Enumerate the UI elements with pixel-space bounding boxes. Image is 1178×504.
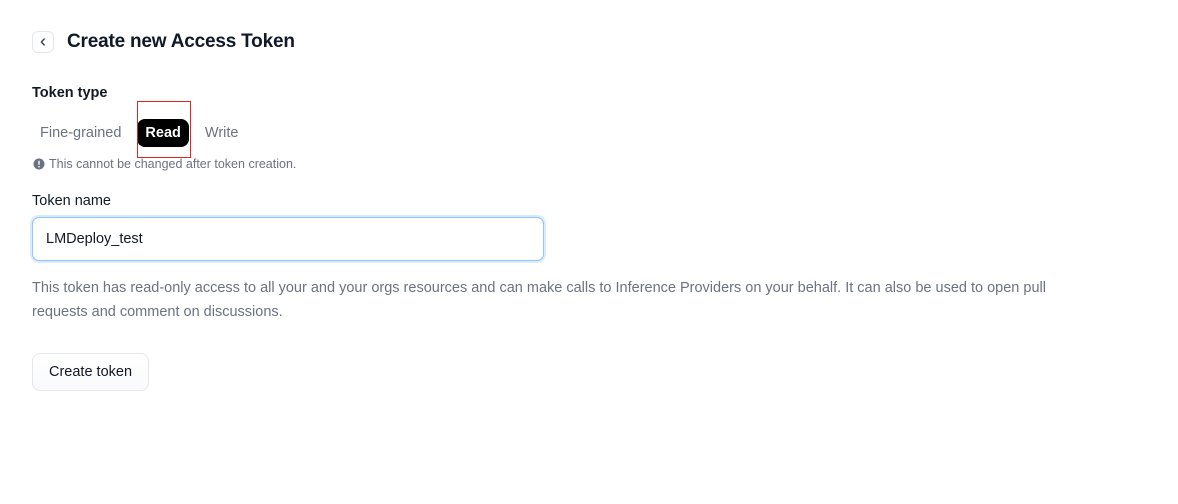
token-type-tabs: Fine-grained Read Write: [32, 119, 254, 147]
token-name-input[interactable]: [32, 217, 544, 261]
token-name-label: Token name: [32, 193, 111, 209]
tab-write[interactable]: Write: [197, 119, 247, 147]
create-token-page: Create new Access Token Token type Fine-…: [0, 0, 1178, 504]
chevron-left-icon: [40, 38, 45, 46]
page-title: Create new Access Token: [67, 31, 295, 52]
back-button[interactable]: [32, 31, 54, 53]
tab-read[interactable]: Read: [137, 119, 189, 147]
tab-fine-grained[interactable]: Fine-grained: [32, 119, 129, 147]
info-circle-icon: [33, 158, 45, 170]
notice-text: This cannot be changed after token creat…: [49, 157, 297, 171]
token-type-notice: This cannot be changed after token creat…: [33, 157, 296, 171]
token-description: This token has read-only access to all y…: [32, 280, 1046, 320]
create-token-button[interactable]: Create token: [32, 353, 150, 391]
token-type-label: Token type: [32, 85, 108, 101]
page-header: Create new Access Token: [32, 31, 295, 53]
